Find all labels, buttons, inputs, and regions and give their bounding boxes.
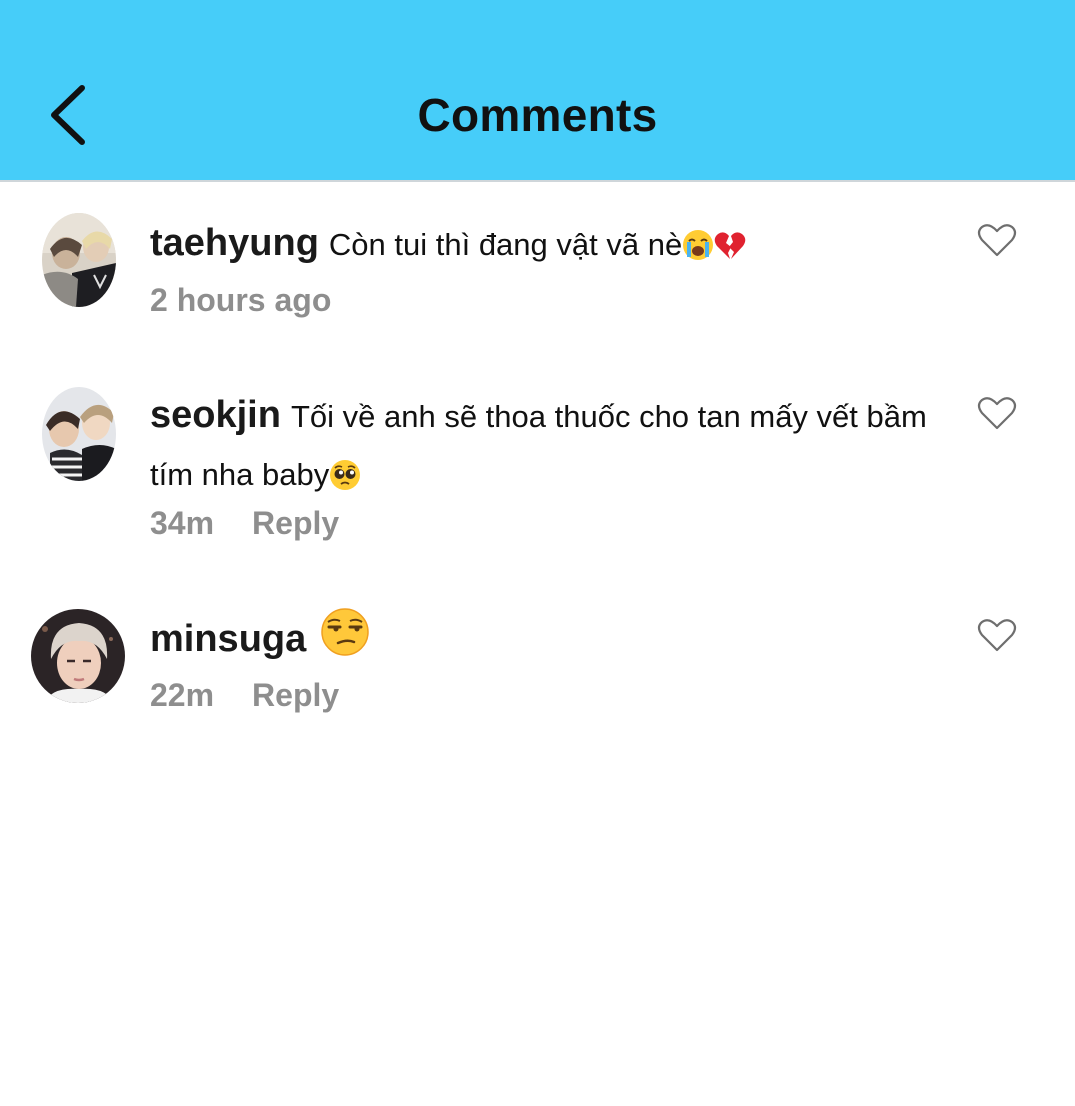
- avatar[interactable]: [42, 213, 116, 307]
- header-bar: Comments: [0, 0, 1075, 182]
- like-button[interactable]: [977, 395, 1017, 431]
- comment-content: minsuga: [150, 607, 960, 676]
- avatar[interactable]: [42, 387, 116, 481]
- comment-content: seokjin Tối về anh sẽ thoa thuốc cho tan …: [150, 386, 960, 510]
- comment-username[interactable]: minsuga: [150, 618, 306, 660]
- like-button[interactable]: [977, 222, 1017, 258]
- like-button[interactable]: [977, 617, 1017, 653]
- page-title: Comments: [417, 89, 658, 141]
- comment-item: seokjin Tối về anh sẽ thoa thuốc cho tan …: [0, 385, 1075, 555]
- comment-content: taehyung Còn tui thì đang vật vã nè: [150, 214, 960, 280]
- avatar[interactable]: [31, 609, 125, 703]
- comment-meta: 2 hours ago: [150, 282, 369, 319]
- reply-button[interactable]: Reply: [252, 505, 339, 541]
- loudly-crying-face-icon: [682, 222, 714, 280]
- comment-username[interactable]: taehyung: [150, 222, 319, 264]
- comment-timestamp: 2 hours ago: [150, 282, 332, 318]
- broken-heart-icon: [714, 222, 746, 280]
- reply-button[interactable]: Reply: [252, 677, 339, 713]
- heart-outline-icon: [977, 224, 1017, 257]
- heart-outline-icon: [977, 397, 1017, 430]
- unamused-face-icon: [320, 607, 370, 676]
- comment-item: minsuga 22m Reply: [0, 605, 1075, 715]
- comment-text: Còn tui thì đang vật vã nè: [328, 227, 683, 262]
- comment-meta: 34m Reply: [150, 505, 377, 542]
- comment-timestamp: 34m: [150, 505, 215, 541]
- comment-meta: 22m Reply: [150, 677, 377, 714]
- heart-outline-icon: [977, 619, 1017, 652]
- pleading-face-icon: [329, 452, 361, 510]
- comment-timestamp: 22m: [150, 677, 215, 713]
- comment-username[interactable]: seokjin: [150, 394, 281, 436]
- comment-item: taehyung Còn tui thì đang vật vã nè 2 hou…: [0, 210, 1075, 340]
